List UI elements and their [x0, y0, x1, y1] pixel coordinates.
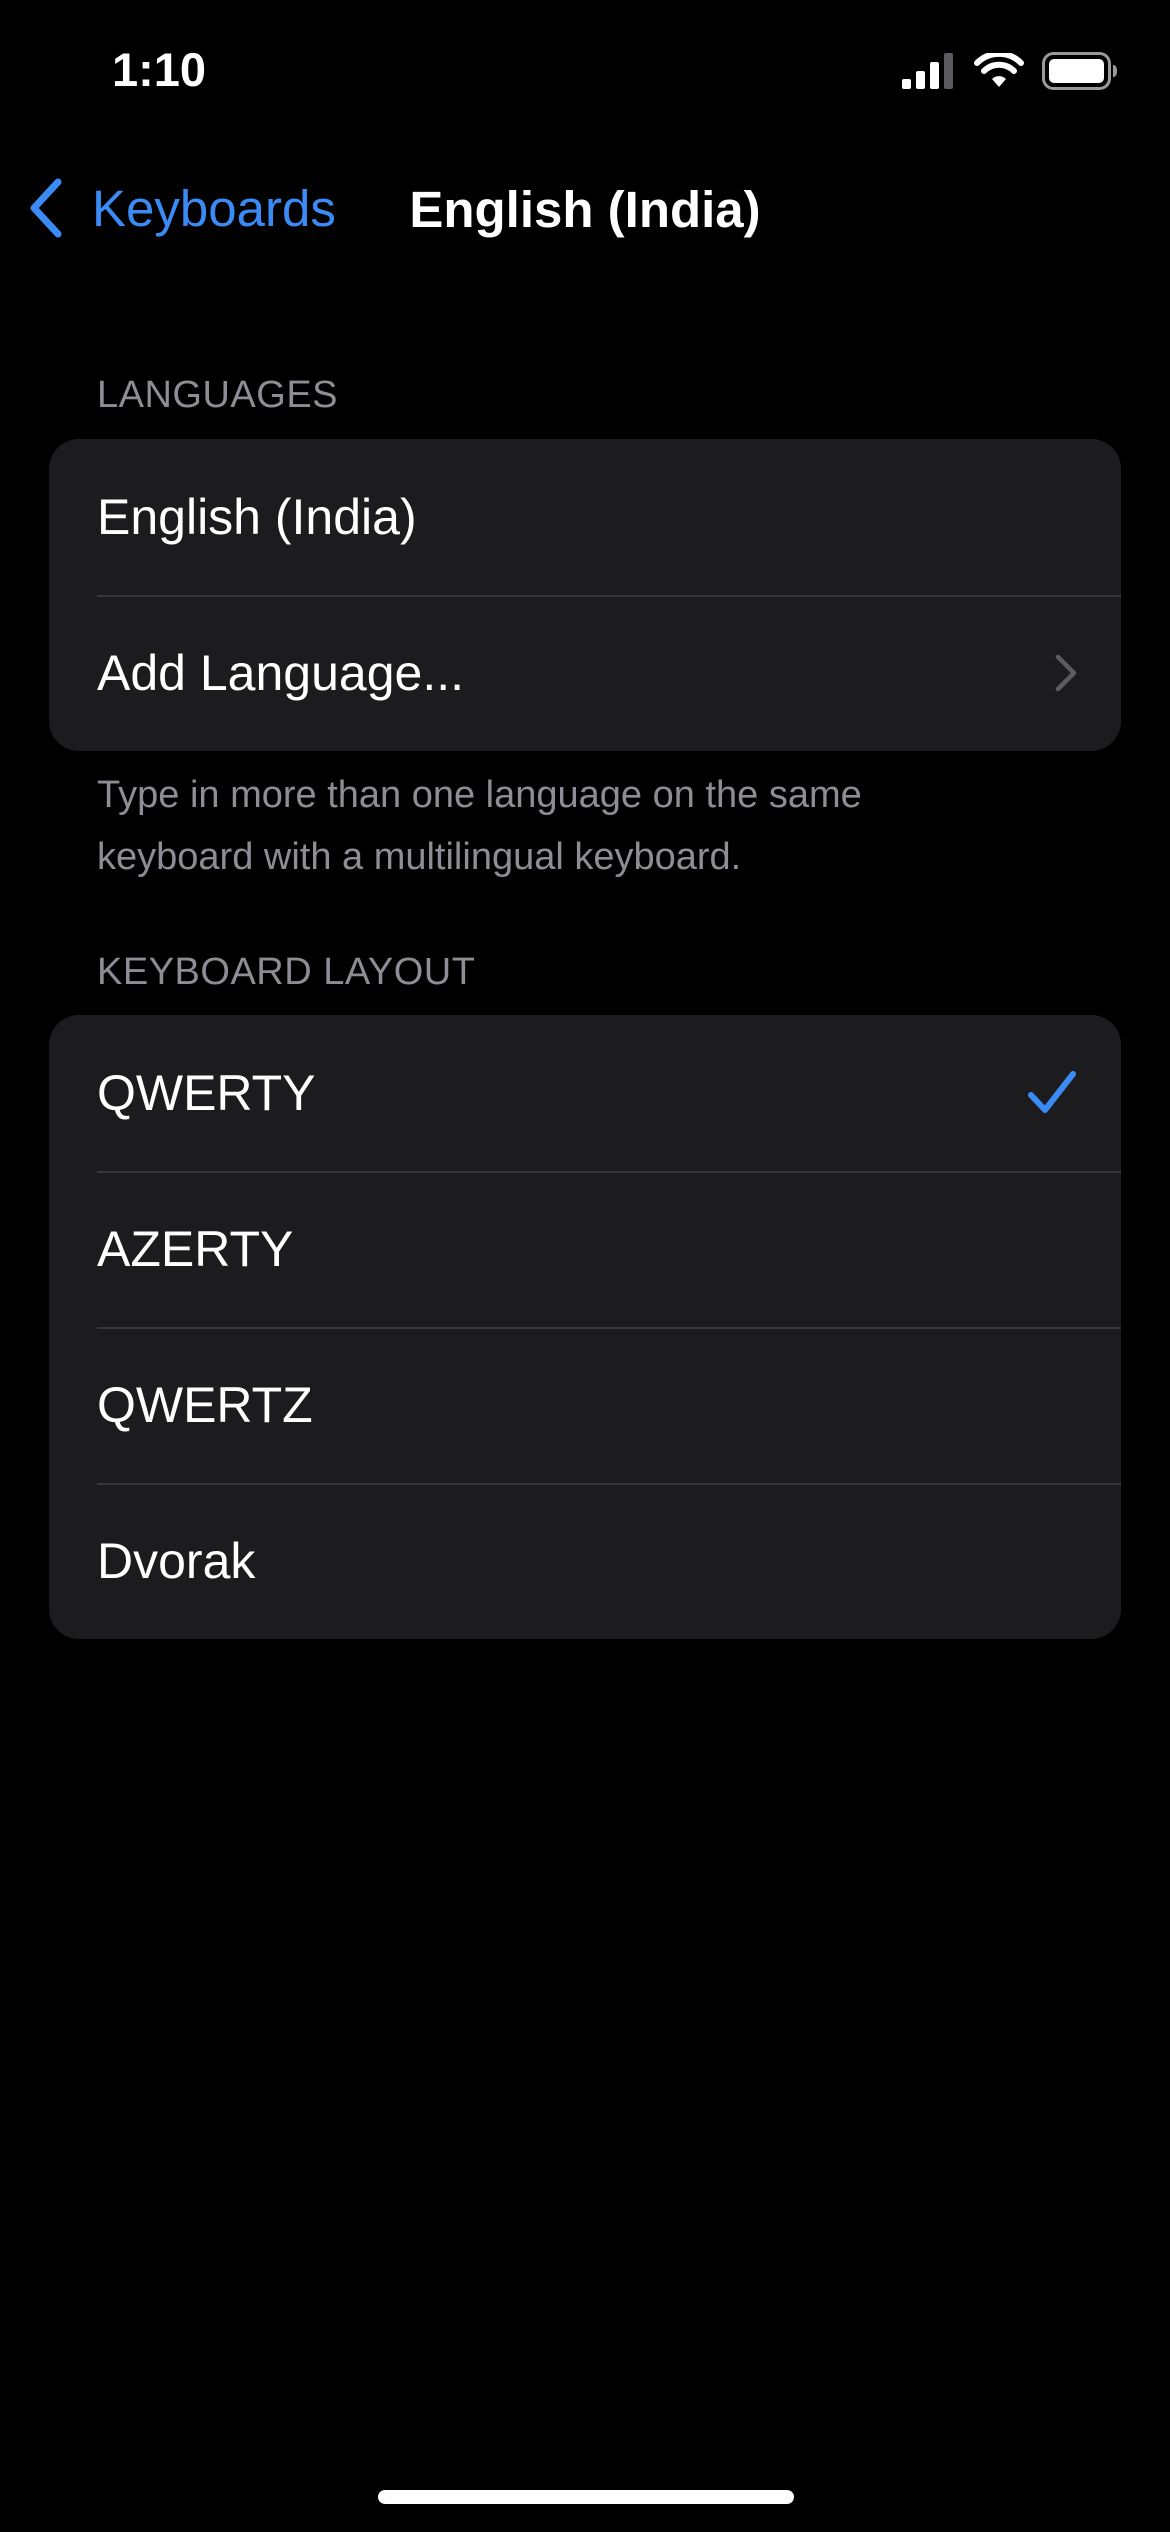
languages-group: English (India) Add Language...	[49, 439, 1121, 751]
language-item-english-india[interactable]: English (India)	[49, 439, 1121, 595]
checkmark-icon	[1027, 1070, 1077, 1116]
navigation-bar: Keyboards English (India)	[0, 160, 1170, 260]
page-title: English (India)	[409, 181, 761, 238]
layout-option-label: Dvorak	[97, 1533, 256, 1589]
chevron-right-icon	[1055, 654, 1077, 692]
home-indicator[interactable]	[378, 2490, 794, 2504]
layout-option-dvorak[interactable]: Dvorak	[49, 1483, 1121, 1639]
layout-option-label: AZERTY	[97, 1221, 294, 1277]
languages-section-header: LANGUAGES	[97, 374, 339, 416]
language-item-label: English (India)	[97, 489, 417, 545]
keyboard-layout-section-header: KEYBOARD LAYOUT	[97, 951, 476, 993]
languages-footer-note: Type in more than one language on the sa…	[97, 774, 862, 878]
status-bar: 1:10	[0, 0, 1170, 150]
layout-option-qwerty[interactable]: QWERTY	[49, 1015, 1121, 1171]
cellular-signal-icon	[902, 53, 956, 94]
status-time: 1:10	[112, 43, 207, 96]
layout-option-label: QWERTY	[97, 1065, 316, 1121]
add-language-button[interactable]: Add Language...	[49, 595, 1121, 751]
layout-option-azerty[interactable]: AZERTY	[49, 1171, 1121, 1327]
add-language-label: Add Language...	[97, 645, 464, 701]
status-icons	[902, 50, 1118, 95]
battery-icon	[1042, 52, 1118, 95]
layout-option-qwertz[interactable]: QWERTZ	[49, 1327, 1121, 1483]
wifi-icon	[974, 50, 1024, 94]
keyboard-layout-group: QWERTY AZERTY QWERTZ Dvorak	[49, 1015, 1121, 1639]
layout-option-label: QWERTZ	[97, 1377, 313, 1433]
